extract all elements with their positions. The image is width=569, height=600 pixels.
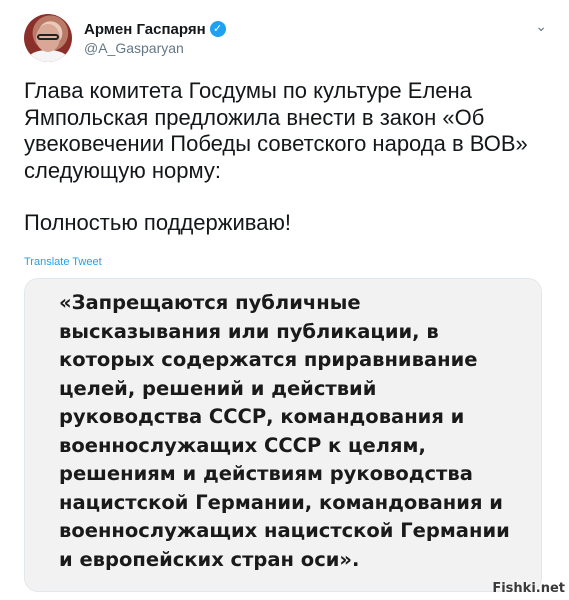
tweet-header: Армен Гаспарян ✓ @A_Gasparyan [24,14,226,62]
watermark: Fishki.net [492,581,565,596]
verified-badge-icon: ✓ [209,21,226,37]
tweet-card: Армен Гаспарян ✓ @A_Gasparyan ⌄ Глава ко… [0,0,569,600]
avatar-glasses [37,34,59,40]
author-name-row: Армен Гаспарян ✓ [84,21,226,38]
tweet-paragraph: Глава комитета Госдумы по культуре Елена… [24,78,528,183]
author-display-name[interactable]: Армен Гаспарян [84,21,206,38]
author-info: Армен Гаспарян ✓ @A_Gasparyan [84,21,226,56]
tweet-media-image[interactable]: «Запрещаются публичные высказывания или … [24,278,542,592]
media-quote-text: «Запрещаются публичные высказывания или … [59,291,510,571]
tweet-paragraph: Полностью поддерживаю! [24,210,292,235]
tweet-text: Глава комитета Госдумы по культуре Елена… [24,78,544,237]
author-handle[interactable]: @A_Gasparyan [84,40,226,56]
chevron-down-icon[interactable]: ⌄ [535,18,547,35]
avatar[interactable] [24,14,72,62]
translate-tweet-link[interactable]: Translate Tweet [24,256,102,268]
